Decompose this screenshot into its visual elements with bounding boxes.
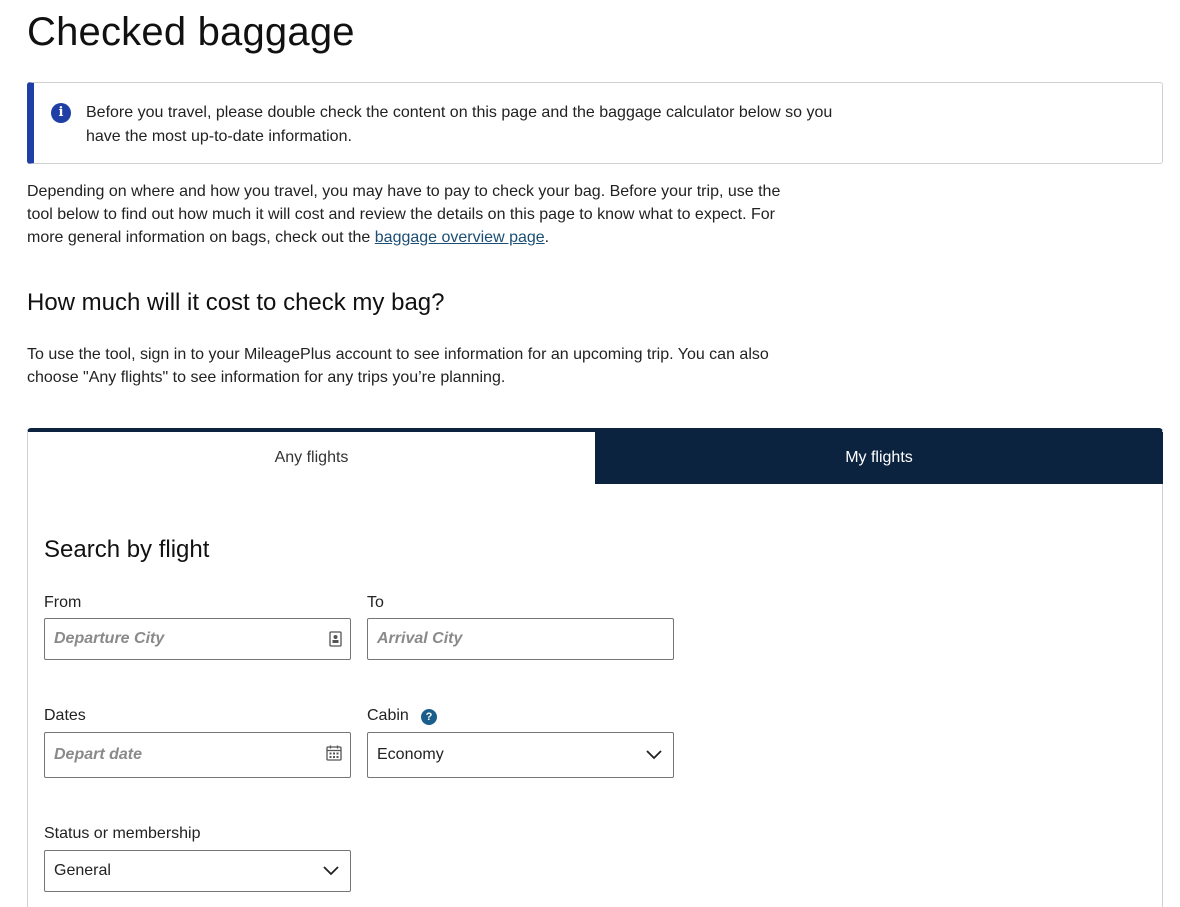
search-by-flight-title: Search by flight bbox=[44, 536, 210, 563]
to-label: To bbox=[367, 594, 384, 611]
tool-description: To use the tool, sign in to your Mileage… bbox=[27, 346, 769, 386]
cost-section-title: How much will it cost to check my bag? bbox=[27, 289, 445, 316]
to-placeholder: Arrival City bbox=[377, 630, 463, 647]
status-label: Status or membership bbox=[44, 825, 201, 842]
status-select[interactable]: General bbox=[44, 850, 351, 892]
cabin-select[interactable]: Economy bbox=[367, 732, 674, 778]
from-placeholder: Departure City bbox=[54, 630, 165, 647]
intro-text-end: . bbox=[544, 229, 550, 246]
intro-paragraph: Depending on where and how you travel, y… bbox=[27, 180, 807, 249]
page-title: Checked baggage bbox=[27, 10, 355, 54]
from-label: From bbox=[44, 594, 82, 611]
address-book-icon bbox=[329, 631, 342, 650]
baggage-overview-link[interactable]: baggage overview page bbox=[375, 229, 545, 246]
dates-label: Dates bbox=[44, 707, 86, 724]
cabin-value: Economy bbox=[377, 746, 444, 763]
tab-any-flights[interactable]: Any flights bbox=[28, 432, 595, 484]
depart-date-input[interactable]: Depart date bbox=[44, 732, 351, 778]
info-banner: i Before you travel, please double check… bbox=[27, 82, 1163, 164]
baggage-calculator: Any flights My flights Search by flight … bbox=[27, 428, 1163, 907]
from-input[interactable]: Departure City bbox=[44, 618, 351, 660]
cabin-label: Cabin bbox=[367, 707, 409, 724]
question-mark-icon[interactable]: ? bbox=[421, 709, 437, 725]
tab-my-flights[interactable]: My flights bbox=[595, 432, 1163, 484]
status-value: General bbox=[54, 862, 111, 879]
chevron-down-icon bbox=[646, 750, 662, 760]
info-banner-text: Before you travel, please double check t… bbox=[86, 104, 833, 145]
calendar-icon[interactable] bbox=[326, 745, 342, 764]
chevron-down-icon bbox=[323, 866, 339, 876]
info-icon: i bbox=[51, 103, 71, 123]
depart-date-placeholder: Depart date bbox=[54, 746, 143, 763]
to-input[interactable]: Arrival City bbox=[367, 618, 674, 660]
